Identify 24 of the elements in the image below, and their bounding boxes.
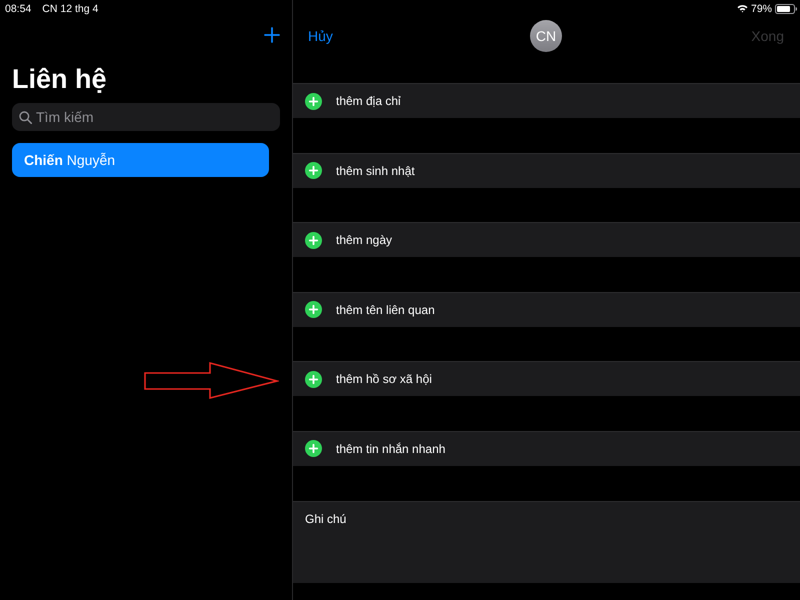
add-icon[interactable] [264, 27, 280, 43]
plus-circle-icon [305, 92, 322, 110]
plus-circle-icon [305, 440, 322, 458]
contacts-title: Liên hệ [12, 63, 107, 96]
search-field[interactable]: Tìm kiếm [12, 103, 280, 131]
cancel-button[interactable]: Hủy [308, 28, 333, 44]
plus-circle-icon [305, 232, 322, 249]
add-field-row[interactable]: thêm sinh nhật [293, 152, 800, 188]
add-field-row[interactable]: thêm địa chỉ [293, 83, 800, 118]
plus-circle-icon [305, 162, 322, 180]
plus-circle-icon [305, 301, 322, 318]
status-time: 08:54 [5, 2, 32, 14]
status-date: CN 12 thg 4 [42, 2, 98, 14]
add-field-row[interactable]: thêm tên liên quan [293, 292, 800, 327]
wifi-icon [736, 4, 748, 13]
contact-item[interactable]: Chiến Nguyễn [12, 143, 269, 177]
battery-icon [775, 4, 797, 14]
add-field-row[interactable]: thêm tin nhắn nhanh [293, 430, 800, 466]
battery-percent: 79% [750, 2, 772, 14]
search-icon [19, 110, 32, 124]
add-field-row[interactable]: thêm hồ sơ xã hội [293, 361, 800, 396]
add-field-row[interactable]: thêm ngày [293, 222, 800, 258]
notes-field[interactable]: Ghi chú [293, 500, 800, 583]
plus-circle-icon [305, 370, 322, 388]
